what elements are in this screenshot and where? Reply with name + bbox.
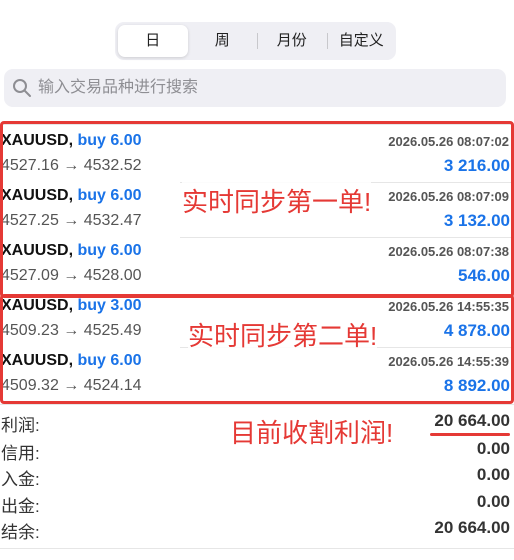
summary-label: 出金:: [1, 497, 40, 516]
summary-label: 信用:: [1, 444, 40, 463]
period-tabs: 日 周 月份 自定义: [115, 22, 396, 60]
summary-balance: 结余: 20 664.00: [0, 518, 514, 543]
tab-week[interactable]: 周: [188, 25, 258, 57]
summary-value: 0.00: [476, 439, 510, 458]
summary-deposit: 入金: 0.00: [0, 465, 514, 490]
summary-label: 利润:: [1, 416, 40, 435]
tab-month[interactable]: 月份: [257, 25, 327, 57]
search-bar: [4, 69, 506, 107]
divider: [0, 404, 514, 405]
tab-custom[interactable]: 自定义: [326, 25, 397, 57]
summary-label: 入金:: [1, 470, 40, 489]
search-icon: [13, 79, 31, 97]
summary-credit: 信用: 0.00: [0, 439, 514, 464]
summary-value: 0.00: [476, 465, 510, 484]
tab-day[interactable]: 日: [118, 25, 188, 57]
summary-value: 20 664.00: [434, 518, 510, 537]
summary-value: 20 664.00: [434, 411, 510, 430]
profit-underline: [430, 433, 510, 436]
annotation-first: 实时同步第一单!: [182, 182, 372, 219]
summary-withdrawal: 出金: 0.00: [0, 492, 514, 517]
divider: [0, 548, 514, 549]
summary-label: 结余:: [1, 523, 40, 542]
search-input[interactable]: [38, 69, 498, 107]
summary-value: 0.00: [476, 492, 510, 511]
annotation-second: 实时同步第二单!: [188, 316, 378, 353]
